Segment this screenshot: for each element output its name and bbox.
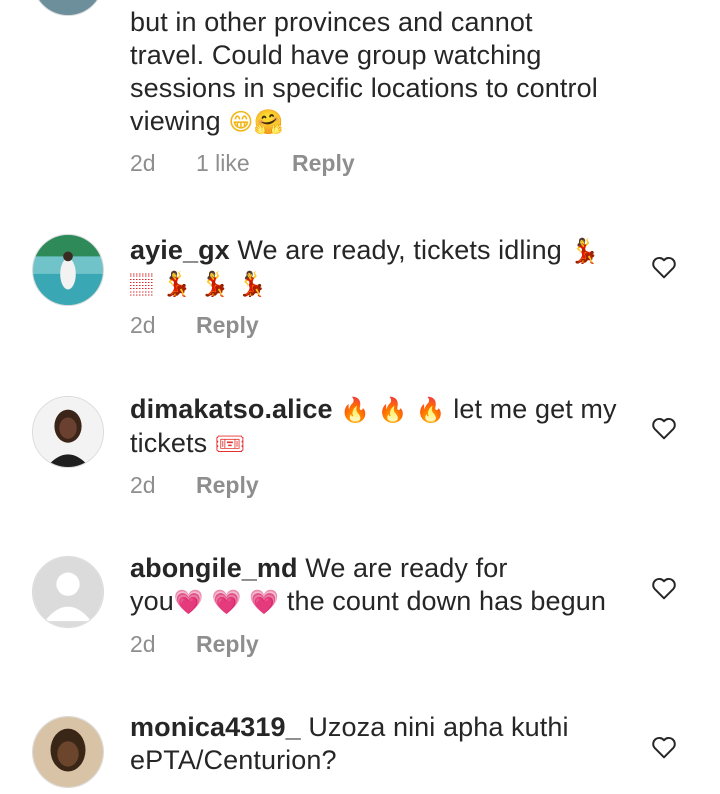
- reply-button[interactable]: Reply: [196, 472, 259, 499]
- comment-line: sessions in specific locations to contro…: [130, 73, 598, 103]
- reply-button[interactable]: Reply: [196, 312, 259, 339]
- comment-text: abongile_md We are ready for you💗 💗 💗 th…: [130, 552, 630, 619]
- comment-line: viewing 😁🤗: [130, 106, 284, 136]
- like-button[interactable]: [651, 416, 677, 440]
- dancer-emoji-icon: 💃: [569, 237, 600, 265]
- comment-line: tickets 🎟: [130, 428, 246, 458]
- avatar[interactable]: [32, 556, 104, 628]
- comment-time: 2d: [130, 631, 156, 657]
- ticket-emoji-icon: 🎟: [214, 430, 246, 458]
- comment-meta: 2d Reply: [130, 472, 259, 499]
- pink-heart-emoji-icon: 💗 💗 💗: [173, 588, 280, 616]
- comment-line: 🏽 💃 💃 💃: [130, 270, 268, 298]
- comment-text: monica4319_ Uzoza nini apha kuthi ePTA/C…: [130, 711, 630, 777]
- heart-outline-icon: [652, 736, 676, 759]
- comment-line: travel. Could have group watching: [130, 40, 542, 70]
- comment-line: you💗 💗 💗 the count down has begun: [130, 586, 607, 616]
- username-link[interactable]: dimakatso.alice: [130, 394, 333, 424]
- comment-time: 2d: [130, 312, 156, 338]
- grinning-emoji-icon: 😁: [228, 108, 254, 136]
- user-photo-icon: [33, 397, 103, 467]
- comment-text: dimakatso.alice 🔥 🔥 🔥 let me get my tick…: [130, 393, 630, 461]
- comment-time: 2d: [130, 472, 156, 498]
- like-count[interactable]: 1 like: [196, 150, 292, 177]
- username-link[interactable]: abongile_md: [130, 553, 298, 583]
- comment-meta: 2d Reply: [130, 312, 259, 339]
- user-photo-icon: [33, 0, 103, 15]
- comment-time: 2d: [130, 150, 156, 176]
- like-button[interactable]: [651, 576, 677, 600]
- comment-line: ePTA/Centurion?: [130, 745, 337, 775]
- avatar[interactable]: [32, 234, 104, 306]
- comment-line: ayie_gx We are ready, tickets idling 💃: [130, 235, 600, 265]
- comment-line: abongile_md We are ready for: [130, 553, 508, 583]
- comment-text: but in other provinces and cannot travel…: [130, 6, 630, 139]
- reply-button[interactable]: Reply: [196, 631, 259, 658]
- user-photo-icon: [33, 717, 103, 787]
- avatar[interactable]: [32, 716, 104, 788]
- username-link[interactable]: monica4319_: [130, 712, 301, 742]
- comment-meta: 2d 1 like Reply: [130, 150, 355, 177]
- heart-outline-icon: [652, 256, 676, 279]
- fire-emoji-icon: 🔥 🔥 🔥: [340, 396, 446, 424]
- hugging-emoji-icon: 🤗: [253, 108, 284, 136]
- like-button[interactable]: [651, 735, 677, 759]
- comment-text: ayie_gx We are ready, tickets idling 💃 🏽…: [130, 234, 630, 301]
- comment-line: dimakatso.alice 🔥 🔥 🔥 let me get my: [130, 394, 617, 424]
- like-button[interactable]: [651, 255, 677, 279]
- heart-outline-icon: [652, 577, 676, 600]
- comment-meta: 2d Reply: [130, 631, 259, 658]
- heart-outline-icon: [652, 417, 676, 440]
- username-link[interactable]: ayie_gx: [130, 235, 230, 265]
- comment-line: monica4319_ Uzoza nini apha kuthi: [130, 712, 569, 742]
- comment-line: but in other provinces and cannot: [130, 7, 533, 37]
- user-photo-icon: [33, 235, 103, 305]
- reply-button[interactable]: Reply: [292, 150, 355, 177]
- default-avatar-icon: [33, 557, 103, 627]
- avatar[interactable]: [32, 0, 104, 16]
- avatar[interactable]: [32, 396, 104, 468]
